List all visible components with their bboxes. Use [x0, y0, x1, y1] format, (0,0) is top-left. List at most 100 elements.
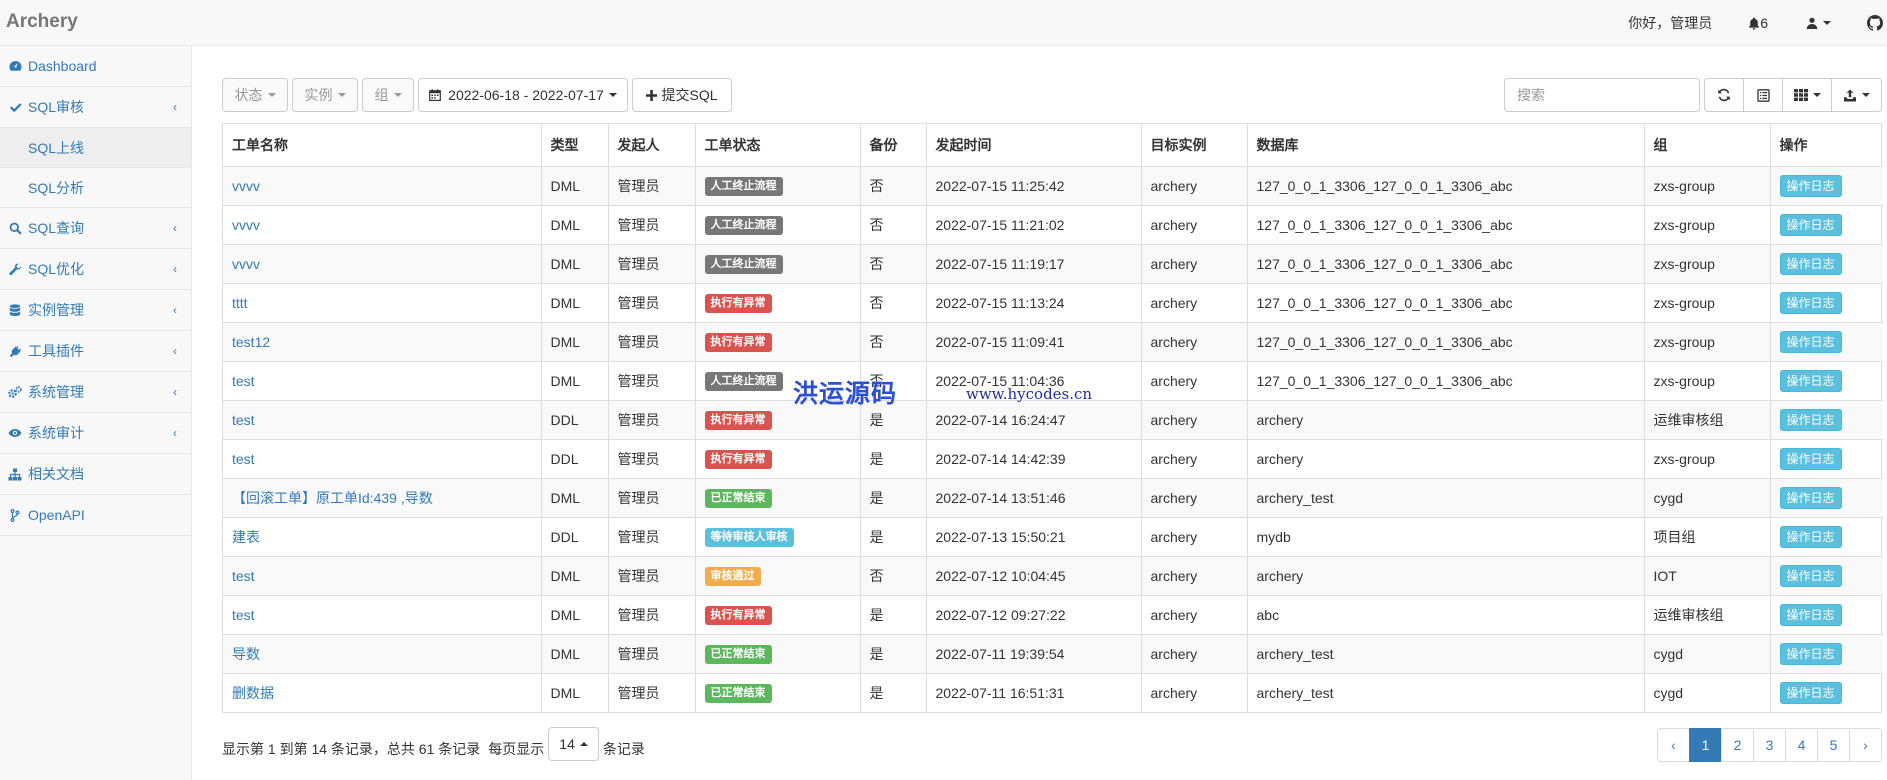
cell-user: 管理员 [608, 166, 696, 206]
sidebar-item-instance-manage[interactable]: 实例管理 ‹ [0, 290, 191, 331]
column-header-type[interactable]: 类型 [541, 124, 609, 167]
status-badge: 人工终止流程 [704, 176, 783, 196]
operation-log-button[interactable]: 操作日志 [1779, 408, 1842, 431]
columns-dropdown[interactable] [1782, 78, 1832, 112]
sidebar-item-system-manage[interactable]: 系统管理 ‹ [0, 372, 191, 413]
operation-log-button[interactable]: 操作日志 [1779, 642, 1842, 665]
cell-type: DML [541, 478, 609, 518]
pagination-prev-button[interactable]: ‹ [1657, 728, 1690, 762]
cell-user-text: 管理员 [617, 411, 660, 428]
cell-db-text: 127_0_0_1_3306_127_0_0_1_3306_abc [1256, 177, 1513, 194]
operation-log-button[interactable]: 操作日志 [1779, 369, 1842, 392]
page-size-dropdown[interactable]: 14 [548, 727, 599, 761]
operation-log-button[interactable]: 操作日志 [1779, 252, 1842, 275]
notification-button[interactable]: 6 [1748, 15, 1768, 31]
cell-time-text: 2022-07-15 11:25:42 [935, 177, 1065, 194]
date-range-picker[interactable]: 2022-06-18 - 2022-07-17 [418, 78, 628, 112]
workflow-name-link[interactable]: tttt [232, 295, 248, 311]
refresh-button[interactable] [1704, 78, 1744, 112]
instance-filter-dropdown[interactable]: 实例 [292, 78, 358, 112]
workflow-name-link[interactable]: test [232, 412, 255, 428]
operation-log-button[interactable]: 操作日志 [1779, 681, 1842, 704]
sidebar-item-dashboard[interactable]: Dashboard [0, 46, 191, 87]
workflow-name-link[interactable]: 【回滚工单】原工单Id:439 ,导数 [232, 490, 433, 506]
column-header-group[interactable]: 组 [1644, 124, 1771, 167]
cell-time: 2022-07-14 14:42:39 [926, 439, 1142, 479]
toggle-view-button[interactable] [1743, 78, 1783, 112]
cell-instance-text: archery [1150, 684, 1198, 701]
cell-db-text: 127_0_0_1_3306_127_0_0_1_3306_abc [1256, 255, 1513, 272]
sidebar-item-openapi[interactable]: OpenAPI [0, 495, 191, 536]
workflow-name-link[interactable]: test [232, 451, 255, 467]
cell-status: 已正常结束 [695, 478, 861, 518]
pagination-next-button[interactable]: › [1849, 728, 1882, 762]
sidebar-item-sql-query[interactable]: SQL查询 ‹ [0, 208, 191, 249]
operation-log-button[interactable]: 操作日志 [1779, 213, 1842, 236]
pagination-page-4[interactable]: 4 [1785, 728, 1818, 762]
column-header-time[interactable]: 发起时间 [926, 124, 1142, 167]
column-header-name[interactable]: 工单名称 [223, 124, 542, 167]
pagination-page-3[interactable]: 3 [1753, 728, 1786, 762]
github-link[interactable] [1867, 15, 1883, 31]
cell-status: 已正常结束 [695, 673, 861, 712]
cell-user: 管理员 [608, 205, 696, 245]
brand-logo[interactable]: Archery [6, 11, 78, 33]
group-filter-dropdown[interactable]: 组 [362, 78, 414, 112]
column-header-db[interactable]: 数据库 [1247, 124, 1645, 167]
operation-log-button[interactable]: 操作日志 [1779, 525, 1842, 548]
chevron-left-icon: ‹ [173, 221, 177, 235]
cell-group: 运维审核组 [1644, 400, 1771, 440]
search-input[interactable] [1504, 78, 1700, 112]
export-dropdown[interactable] [1831, 78, 1882, 112]
cell-user-text: 管理员 [617, 645, 660, 662]
column-header-backup[interactable]: 备份 [860, 124, 927, 167]
cell-user: 管理员 [608, 595, 696, 635]
workflow-name-link[interactable]: test12 [232, 334, 270, 350]
workflow-name-link[interactable]: vvvv [232, 178, 260, 194]
operation-log-button[interactable]: 操作日志 [1779, 447, 1842, 470]
status-filter-dropdown[interactable]: 状态 [222, 78, 288, 112]
workflow-name-link[interactable]: vvvv [232, 217, 260, 233]
workflow-name-link[interactable]: test [232, 607, 255, 623]
operation-log-button[interactable]: 操作日志 [1779, 603, 1842, 626]
operation-log-button[interactable]: 操作日志 [1779, 486, 1842, 509]
pagination-page-5[interactable]: 5 [1817, 728, 1850, 762]
workflow-name-link[interactable]: test [232, 373, 255, 389]
column-header-user[interactable]: 发起人 [608, 124, 696, 167]
cell-name: 建表 [223, 517, 542, 557]
user-menu-button[interactable] [1806, 17, 1831, 29]
sidebar-item-system-audit[interactable]: 系统审计 ‹ [0, 413, 191, 454]
submit-sql-button[interactable]: 提交SQL [632, 78, 732, 112]
sidebar-item-sql-optimize[interactable]: SQL优化 ‹ [0, 249, 191, 290]
instance-filter-label: 实例 [304, 87, 333, 103]
cell-user-text: 管理员 [617, 216, 660, 233]
sidebar-item-sql-audit[interactable]: SQL审核 ‹ [0, 87, 191, 128]
cell-instance-text: archery [1150, 645, 1198, 662]
column-header-status[interactable]: 工单状态 [695, 124, 861, 167]
sidebar-subitem-sql-online[interactable]: SQL上线 [0, 128, 191, 168]
cell-db: 127_0_0_1_3306_127_0_0_1_3306_abc [1247, 205, 1645, 245]
cell-backup-text: 否 [869, 567, 884, 584]
pagination-page-2[interactable]: 2 [1721, 728, 1754, 762]
status-badge: 执行有异常 [704, 332, 772, 352]
operation-log-button[interactable]: 操作日志 [1779, 564, 1842, 587]
operation-log-button[interactable]: 操作日志 [1779, 174, 1842, 197]
user-greeting[interactable]: 你好，管理员 [1628, 13, 1712, 33]
code-fork-icon [8, 508, 22, 522]
operation-log-button[interactable]: 操作日志 [1779, 330, 1842, 353]
pagination-page-1[interactable]: 1 [1689, 728, 1722, 762]
column-header-instance[interactable]: 目标实例 [1141, 124, 1248, 167]
sidebar-subitem-sql-analysis[interactable]: SQL分析 [0, 168, 191, 208]
cell-instance: archery [1141, 634, 1248, 674]
operation-log-button[interactable]: 操作日志 [1779, 291, 1842, 314]
column-header-action[interactable]: 操作 [1770, 124, 1883, 167]
cell-instance-text: archery [1150, 177, 1198, 194]
cell-group: zxs-group [1644, 244, 1771, 284]
workflow-name-link[interactable]: 导数 [232, 646, 260, 662]
workflow-name-link[interactable]: 建表 [232, 529, 260, 545]
sidebar-item-docs[interactable]: 相关文档 [0, 454, 191, 495]
workflow-name-link[interactable]: test [232, 568, 255, 584]
workflow-name-link[interactable]: 删数据 [232, 685, 274, 701]
workflow-name-link[interactable]: vvvv [232, 256, 260, 272]
sidebar-item-tools[interactable]: 工具插件 ‹ [0, 331, 191, 372]
